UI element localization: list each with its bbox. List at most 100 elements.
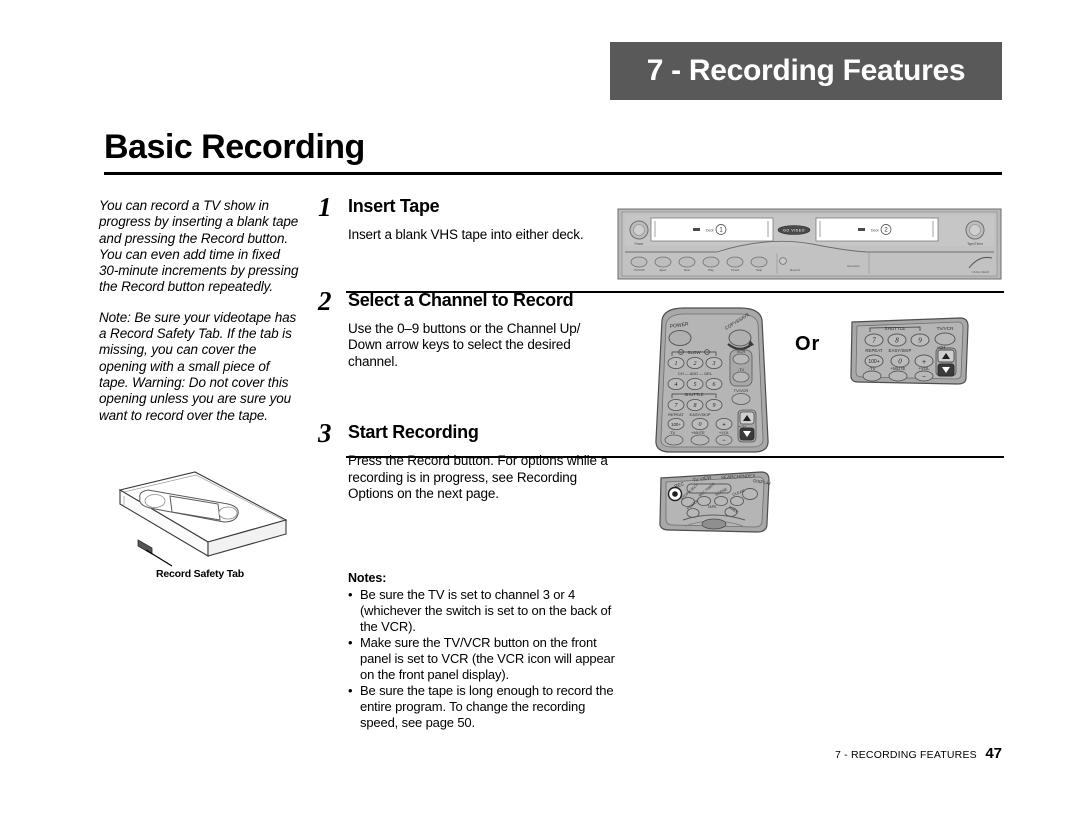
tv-mode-button: [664, 434, 684, 446]
step-heading: Start Recording: [348, 422, 479, 442]
record-button-detail-illustration: REC TV VIEW SEARCH/INDEX DISPLAY STOP/EJ…: [655, 470, 773, 538]
bullet-icon: •: [348, 683, 353, 698]
display-button: [742, 488, 758, 500]
svg-text:−: −: [680, 351, 682, 355]
svg-text:GO VIDEO: GO VIDEO: [783, 229, 805, 233]
svg-text:6: 6: [713, 382, 716, 388]
step-body: Insert a blank VHS tape into either deck…: [348, 227, 584, 242]
svg-text:-TV: -TV: [738, 367, 745, 372]
svg-text:TV/VCR: TV/VCR: [633, 268, 645, 272]
vcr-front-panel-illustration: Power Deck 1 GO VIDEO Deck 2 Tape/Timer: [617, 208, 1002, 280]
step-start-recording: 3 Start Recording Press the Record butto…: [318, 418, 608, 503]
svg-text:5: 5: [694, 382, 697, 388]
mute-button: [888, 370, 908, 382]
step-body: Press the Record button. For options whi…: [348, 453, 608, 501]
step-heading: Select a Channel to Record: [348, 289, 574, 310]
note-text: Be sure the tape is long enough to recor…: [360, 683, 614, 730]
record-safety-tab-caption: Record Safety Tab: [155, 568, 244, 580]
svg-text:4: 4: [675, 381, 678, 388]
step-heading: Insert Tape: [348, 196, 440, 216]
svg-text:TAPE: TAPE: [707, 505, 717, 509]
svg-text:Play: Play: [708, 268, 714, 272]
svg-text:Record: Record: [790, 268, 800, 272]
svg-text:+MUTE: +MUTE: [691, 430, 705, 435]
svg-text:+CH: +CH: [937, 345, 946, 350]
sidebar-intro-text: You can record a TV show in progress by …: [99, 198, 299, 438]
svg-text:+MUTE: +MUTE: [890, 366, 905, 371]
svg-text:REPEAT: REPEAT: [668, 412, 684, 417]
notes-section: Notes: • Be sure the TV is set to channe…: [348, 571, 616, 731]
svg-text:100+: 100+: [671, 422, 681, 427]
svg-text:+: +: [722, 423, 726, 429]
svg-text:CH — ADD — DEL: CH — ADD — DEL: [678, 371, 713, 376]
svg-text:+: +: [706, 351, 708, 355]
section-divider-1: [346, 291, 1004, 293]
svg-text:+VOL: +VOL: [719, 430, 730, 435]
note-item: • Be sure the tape is long enough to rec…: [348, 683, 616, 731]
clear-button: [730, 495, 744, 507]
svg-text:Power: Power: [634, 242, 644, 246]
svg-text:−: −: [722, 438, 726, 444]
svg-text:100+: 100+: [868, 359, 879, 365]
svg-text:+: +: [922, 359, 926, 366]
bullet-icon: •: [348, 587, 353, 602]
svg-text:+VOL: +VOL: [918, 366, 930, 371]
remote-rec-svg: REC TV VIEW SEARCH/INDEX DISPLAY STOP/EJ…: [659, 471, 772, 533]
sidebar-paragraph-1: You can record a TV show in progress by …: [99, 198, 299, 295]
svg-text:Tape/Timer: Tape/Timer: [967, 242, 984, 246]
note-item: • Make sure the TV/VCR button on the fro…: [348, 635, 616, 683]
footer-chapter-label: 7 - RECORDING FEATURES: [834, 749, 977, 761]
tv-vcr-button: [934, 332, 956, 346]
svg-text:2: 2: [694, 361, 697, 367]
svg-text:9: 9: [713, 403, 716, 409]
notes-title: Notes:: [348, 571, 387, 585]
svg-text:Operation: Operation: [847, 264, 861, 268]
page-title-rule: [104, 172, 1002, 175]
svg-text:Stop: Stop: [756, 268, 763, 272]
mute-button: [690, 434, 710, 446]
or-label: Or: [795, 333, 821, 355]
svg-text:REPEAT: REPEAT: [865, 348, 883, 353]
chapter-banner-label: 7 - Recording Features: [646, 54, 966, 87]
svg-text:TV/VCR: TV/VCR: [937, 326, 955, 331]
svg-text:Eject: Eject: [660, 268, 667, 272]
svg-text:3: 3: [712, 361, 716, 367]
step-select-channel: 2 Select a Channel to Record Use the 0–9…: [318, 285, 608, 371]
svg-text:-TV: -TV: [868, 366, 875, 371]
svg-text:Rew: Rew: [684, 268, 691, 272]
svg-text:EASY/SKIP: EASY/SKIP: [690, 412, 711, 417]
step-insert-tape: 1 Insert Tape Insert a blank VHS tape in…: [318, 194, 608, 244]
svg-text:DUAL DECK: DUAL DECK: [972, 270, 989, 274]
step-number: 2: [318, 285, 332, 316]
svg-text:Deck: Deck: [706, 229, 714, 233]
note-text: Be sure the TV is set to channel 3 or 4 …: [360, 587, 612, 634]
svg-text:SHUTTLE: SHUTTLE: [885, 326, 906, 331]
remote-control-detail-illustration: SHUTTLE 7 8 9 TV/VCR REPEAT EASY/SKIP 10…: [848, 316, 970, 386]
svg-text:SLOW: SLOW: [688, 350, 702, 355]
bullet-icon: •: [348, 635, 353, 650]
svg-text:8: 8: [895, 336, 899, 344]
copy-save-button: [728, 329, 752, 347]
note-text: Make sure the TV/VCR button on the front…: [360, 635, 615, 682]
svg-text:1: 1: [675, 361, 678, 367]
svg-text:Deck: Deck: [871, 229, 879, 233]
remote-main-svg: POWER COPY&SAVE VCR -TV − SLOW + 1 2 3 C…: [655, 307, 769, 453]
page-footer: 7 - RECORDING FEATURES 47: [640, 745, 1002, 763]
remote-small-svg: SHUTTLE 7 8 9 TV/VCR REPEAT EASY/SKIP 10…: [850, 317, 969, 385]
footer-page-number: 47: [985, 745, 1002, 762]
power-button: [668, 330, 692, 346]
svg-text:+CH: +CH: [738, 425, 746, 429]
vcr-panel-svg: Power Deck 1 GO VIDEO Deck 2 Tape/Timer: [617, 208, 1002, 280]
svg-text:7: 7: [872, 336, 876, 344]
tv-button: [732, 371, 750, 383]
svg-text:VCR: VCR: [737, 349, 746, 354]
chapter-banner: 7 - Recording Features: [610, 42, 1002, 100]
svg-text:F.Fwd: F.Fwd: [731, 268, 739, 272]
svg-text:-TV: -TV: [669, 430, 676, 435]
tv-mode-button: [862, 370, 882, 382]
vcr-button: [732, 353, 750, 365]
svg-text:8: 8: [694, 403, 697, 409]
section-divider-2: [346, 456, 1004, 458]
step-number: 3: [318, 418, 332, 448]
svg-text:TV/VCR: TV/VCR: [734, 388, 749, 393]
